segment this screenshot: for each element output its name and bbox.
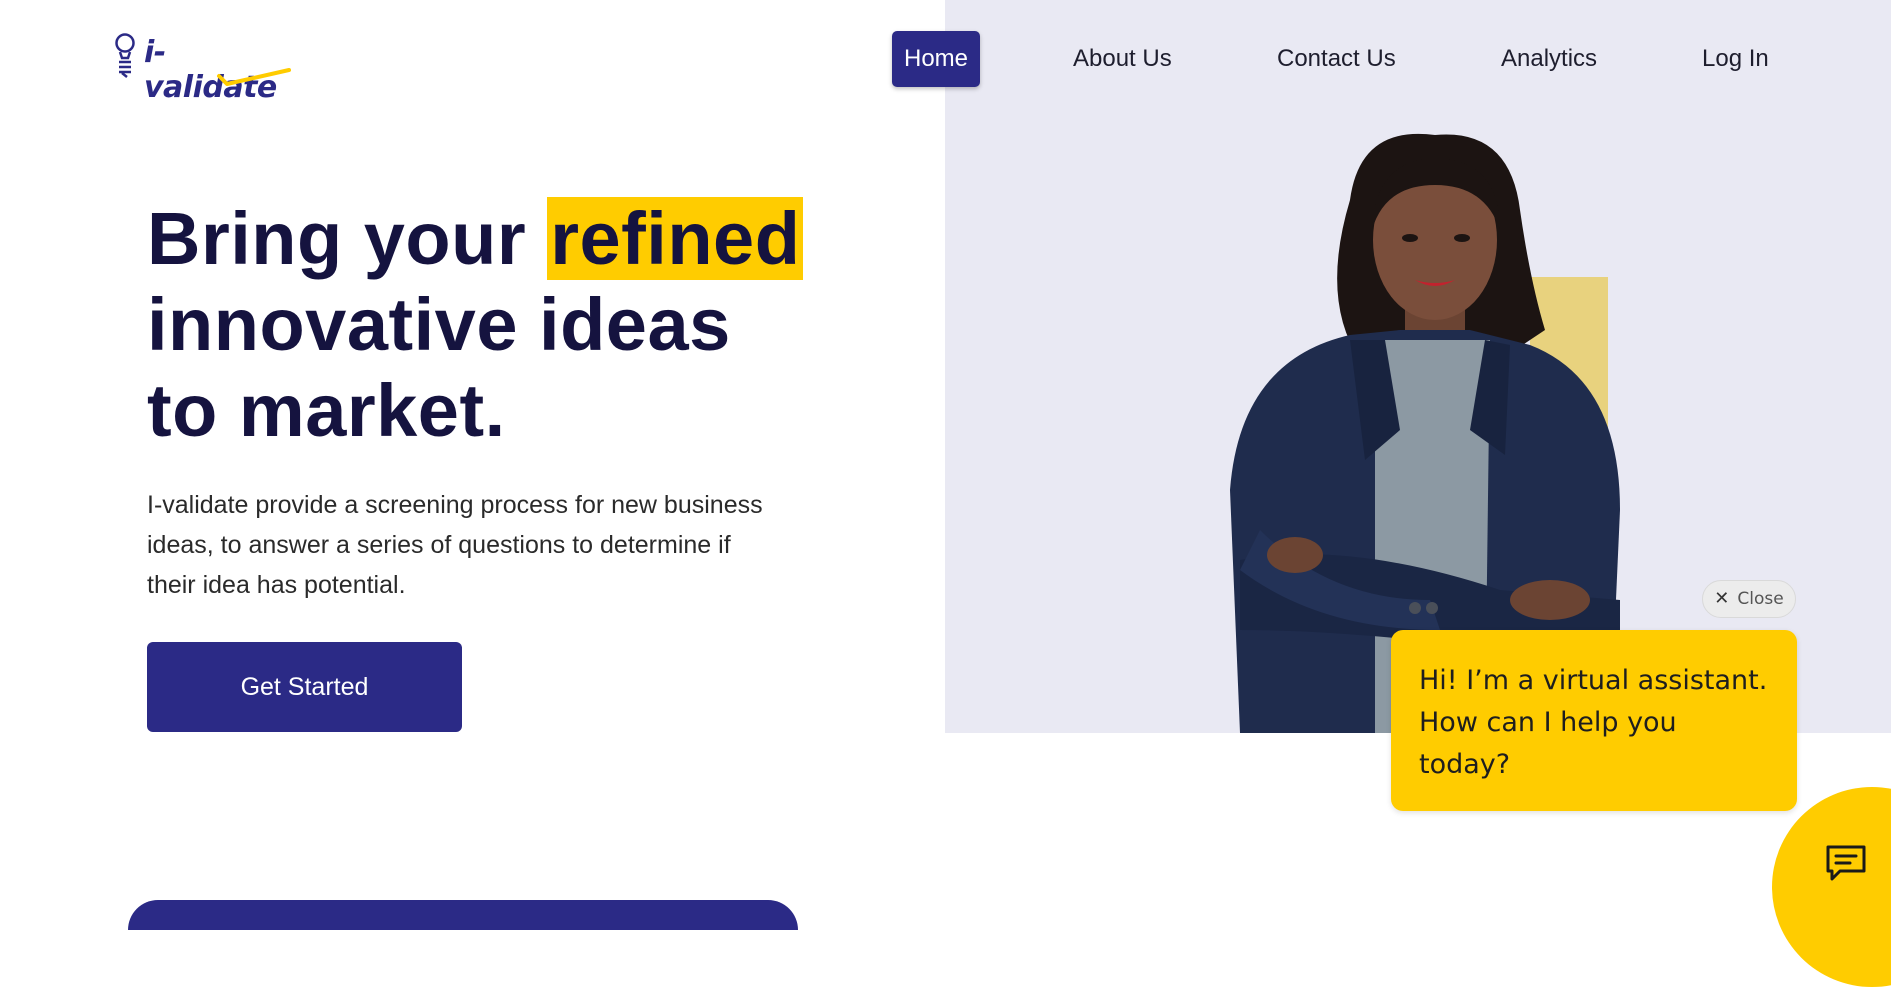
chat-bubble-icon: [1826, 845, 1866, 881]
headline-prefix: Bring your: [147, 197, 548, 280]
headline-line-2: innovative ideas: [147, 283, 731, 366]
nav-analytics[interactable]: Analytics: [1501, 31, 1597, 87]
nav-log-in[interactable]: Log In: [1702, 31, 1769, 87]
hero-description: I-validate provide a screening process f…: [147, 491, 763, 599]
site-logo[interactable]: i-validate: [113, 30, 293, 105]
chat-close-label: Close: [1737, 589, 1784, 609]
headline-line-3: to market.: [147, 369, 506, 452]
close-icon: ✕: [1714, 588, 1730, 609]
section-banner-edge: [128, 900, 798, 930]
lightbulb-icon: [115, 33, 135, 78]
chat-close-button[interactable]: ✕ Close: [1702, 580, 1796, 618]
nav-contact-us[interactable]: Contact Us: [1277, 31, 1396, 87]
logo-swoosh: [217, 68, 291, 86]
headline-highlight: refined: [547, 197, 804, 280]
hero-headline: Bring your refined innovative ideas to m…: [147, 196, 804, 454]
chat-message-bubble[interactable]: Hi! I’m a virtual assistant. How can I h…: [1391, 630, 1797, 811]
nav-home[interactable]: Home: [892, 31, 981, 87]
chat-launcher-button[interactable]: [1772, 787, 1891, 987]
get-started-button[interactable]: Get Started: [147, 642, 462, 732]
nav-about-us[interactable]: About Us: [1073, 31, 1172, 87]
